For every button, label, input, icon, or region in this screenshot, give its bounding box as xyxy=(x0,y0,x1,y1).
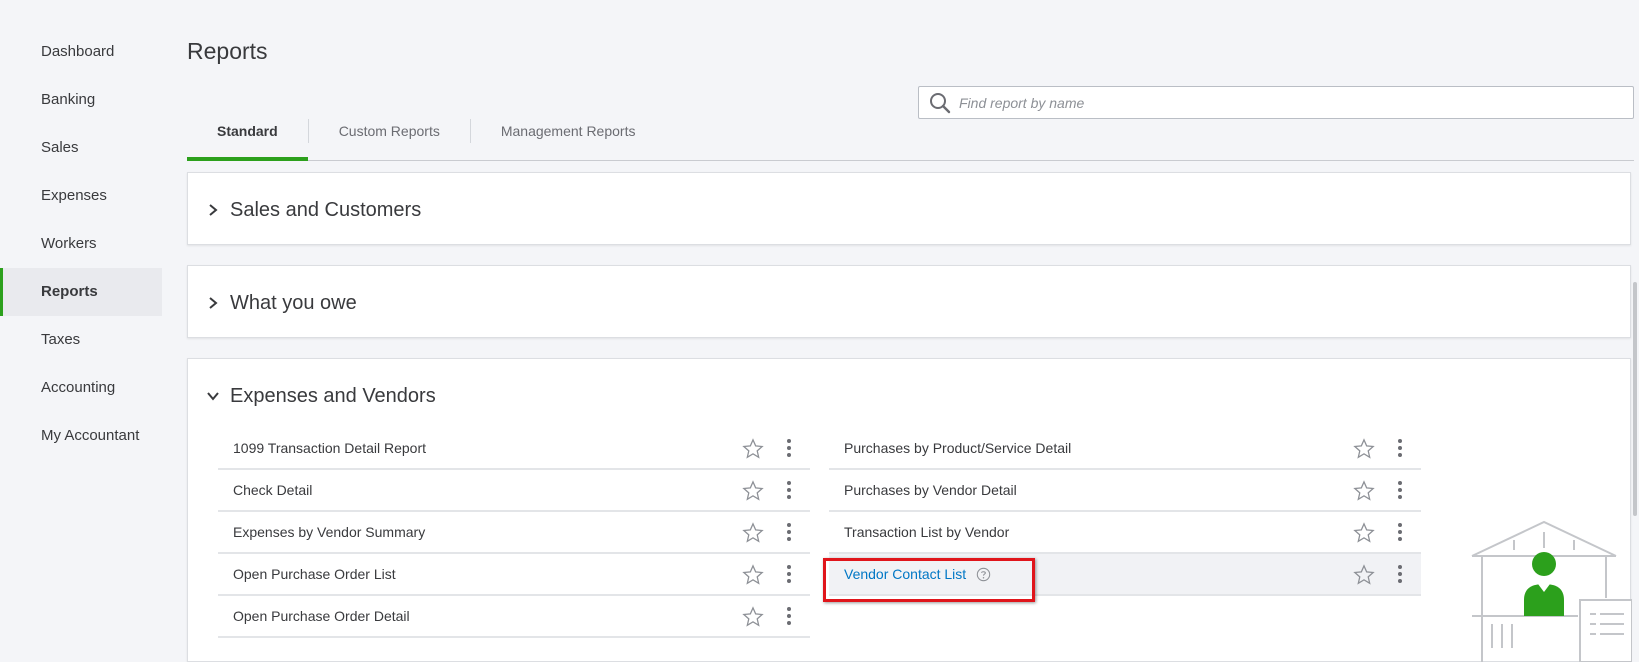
report-link-vendor-contact-list[interactable]: Vendor Contact List xyxy=(844,566,1421,583)
report-row: Open Purchase Order Detail xyxy=(218,596,810,638)
star-icon[interactable] xyxy=(1353,438,1375,460)
section-title: Sales and Customers xyxy=(230,198,422,221)
report-row: Vendor Contact List xyxy=(829,554,1421,596)
section-title: What you owe xyxy=(230,291,357,314)
report-link-open-purchase-order-detail[interactable]: Open Purchase Order Detail xyxy=(233,608,810,624)
report-link-purchases-by-product-service-detail[interactable]: Purchases by Product/Service Detail xyxy=(844,440,1421,456)
vendor-illustration-icon xyxy=(1471,520,1632,662)
sidebar-item-workers[interactable]: Workers xyxy=(0,220,162,268)
sidebar-item-accounting[interactable]: Accounting xyxy=(0,364,162,412)
tab-management-reports[interactable]: Management Reports xyxy=(471,112,666,161)
star-icon[interactable] xyxy=(1353,522,1375,544)
sidebar-item-sales[interactable]: Sales xyxy=(0,124,162,172)
report-link-label: Vendor Contact List xyxy=(844,565,967,582)
more-vertical-icon[interactable] xyxy=(786,438,792,458)
tab-standard[interactable]: Standard xyxy=(187,112,308,161)
section-header-what-you-owe[interactable]: What you owe xyxy=(188,266,1630,340)
star-icon[interactable] xyxy=(742,522,764,544)
help-circle-icon[interactable] xyxy=(976,567,991,582)
section-sales-and-customers: Sales and Customers xyxy=(187,172,1631,245)
section-what-you-owe: What you owe xyxy=(187,265,1631,338)
star-icon[interactable] xyxy=(742,564,764,586)
star-icon[interactable] xyxy=(1353,564,1375,586)
report-search-input[interactable] xyxy=(957,93,1617,112)
report-link-1099-transaction-detail[interactable]: 1099 Transaction Detail Report xyxy=(233,440,810,456)
more-vertical-icon[interactable] xyxy=(1397,480,1403,500)
report-link-open-purchase-order-list[interactable]: Open Purchase Order List xyxy=(233,566,810,582)
report-list-left: 1099 Transaction Detail Report Check Det… xyxy=(218,428,810,638)
more-vertical-icon[interactable] xyxy=(1397,438,1403,458)
sidebar-nav: Dashboard Banking Sales Expenses Workers… xyxy=(0,0,162,662)
chevron-right-icon xyxy=(209,297,218,309)
report-row: Check Detail xyxy=(218,470,810,512)
report-row: Open Purchase Order List xyxy=(218,554,810,596)
chevron-right-icon xyxy=(209,204,218,216)
more-vertical-icon[interactable] xyxy=(786,522,792,542)
section-expenses-and-vendors: Expenses and Vendors 1099 Transaction De… xyxy=(187,358,1631,662)
sidebar-item-reports[interactable]: Reports xyxy=(0,268,162,316)
sidebar-item-banking[interactable]: Banking xyxy=(0,76,162,124)
report-list-right: Purchases by Product/Service Detail Purc… xyxy=(829,428,1421,596)
report-row: Purchases by Vendor Detail xyxy=(829,470,1421,512)
sidebar-item-expenses[interactable]: Expenses xyxy=(0,172,162,220)
search-icon xyxy=(930,92,951,113)
section-title: Expenses and Vendors xyxy=(230,384,436,407)
section-header-expenses-and-vendors[interactable]: Expenses and Vendors xyxy=(188,359,1630,433)
scrollbar-thumb[interactable] xyxy=(1633,282,1637,516)
chevron-down-icon xyxy=(207,392,219,401)
star-icon[interactable] xyxy=(742,606,764,628)
sidebar-item-dashboard[interactable]: Dashboard xyxy=(0,28,162,76)
page-scrollbar[interactable] xyxy=(1631,162,1639,662)
report-link-check-detail[interactable]: Check Detail xyxy=(233,482,810,498)
page-title: Reports xyxy=(187,38,268,64)
report-row: Purchases by Product/Service Detail xyxy=(829,428,1421,470)
report-row: Transaction List by Vendor xyxy=(829,512,1421,554)
star-icon[interactable] xyxy=(742,438,764,460)
star-icon[interactable] xyxy=(1353,480,1375,502)
more-vertical-icon[interactable] xyxy=(786,480,792,500)
report-row: Expenses by Vendor Summary xyxy=(218,512,810,554)
report-row: 1099 Transaction Detail Report xyxy=(218,428,810,470)
report-link-expenses-by-vendor-summary[interactable]: Expenses by Vendor Summary xyxy=(233,524,810,540)
tab-custom-reports[interactable]: Custom Reports xyxy=(309,112,470,161)
report-tabs: Standard Custom Reports Management Repor… xyxy=(187,112,1634,161)
more-vertical-icon[interactable] xyxy=(786,606,792,626)
star-icon[interactable] xyxy=(742,480,764,502)
more-vertical-icon[interactable] xyxy=(1397,522,1403,542)
more-vertical-icon[interactable] xyxy=(1397,564,1403,584)
report-link-transaction-list-by-vendor[interactable]: Transaction List by Vendor xyxy=(844,524,1421,540)
section-header-sales-and-customers[interactable]: Sales and Customers xyxy=(188,173,1630,247)
sidebar-item-my-accountant[interactable]: My Accountant xyxy=(0,412,162,460)
report-link-purchases-by-vendor-detail[interactable]: Purchases by Vendor Detail xyxy=(844,482,1421,498)
more-vertical-icon[interactable] xyxy=(786,564,792,584)
sidebar-item-taxes[interactable]: Taxes xyxy=(0,316,162,364)
